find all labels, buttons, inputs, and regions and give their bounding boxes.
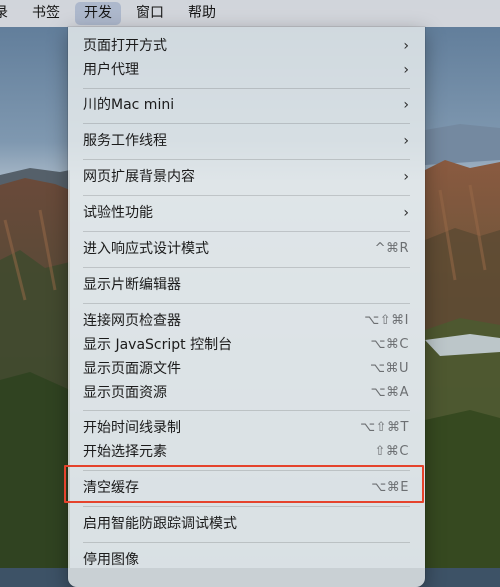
menu-item-label: 显示页面源文件 [83, 361, 181, 377]
menu-item-start-timeline-recording[interactable]: 开始时间线录制 ⌥⇧⌘T [83, 416, 410, 440]
menu-item-open-page-with[interactable]: 页面打开方式 › [83, 34, 410, 58]
menu-separator [83, 159, 410, 160]
menu-separator [83, 542, 410, 543]
menu-item-intelligent-tracking-debug[interactable]: 启用智能防跟踪调试模式 [83, 512, 410, 536]
menu-item-shortcut: ⌥⌘E [371, 480, 409, 495]
menu-separator [83, 470, 410, 471]
menu-item-label: 进入响应式设计模式 [83, 241, 209, 257]
menubar-item-help[interactable]: 帮助 [176, 0, 228, 27]
chevron-right-icon: › [403, 97, 409, 113]
menu-item-shortcut: ^⌘R [374, 241, 409, 256]
menu-item-empty-caches[interactable]: 清空缓存 ⌥⌘E [83, 476, 410, 500]
menu-item-shortcut: ⌥⇧⌘I [364, 313, 409, 328]
menu-item-web-extension-background[interactable]: 网页扩展背景内容 › [83, 165, 410, 189]
menu-item-label: 显示 JavaScript 控制台 [83, 337, 233, 353]
menu-item-shortcut: ⇧⌘C [374, 444, 409, 459]
menubar-item-history[interactable]: 录 [0, 0, 20, 27]
menu-item-user-agent[interactable]: 用户代理 › [83, 58, 410, 82]
menu-separator [83, 267, 410, 268]
menu-item-disable-images[interactable]: 停用图像 [83, 548, 410, 572]
develop-menu: 页面打开方式 › 用户代理 › 川的Mac mini › 服务工作线程 › 网页… [68, 27, 425, 587]
menu-item-shortcut: ⌥⌘A [370, 385, 409, 400]
menu-item-snippet-editor[interactable]: 显示片断编辑器 [83, 273, 410, 297]
chevron-right-icon: › [403, 205, 409, 221]
menu-separator [83, 123, 410, 124]
menu-item-label: 连接网页检查器 [83, 313, 181, 329]
menu-item-device-mac-mini[interactable]: 川的Mac mini › [83, 93, 410, 117]
menu-bar: 录 书签 开发 窗口 帮助 [0, 0, 500, 27]
menu-item-label: 显示页面资源 [83, 385, 167, 401]
chevron-right-icon: › [403, 169, 409, 185]
chevron-right-icon: › [403, 38, 409, 54]
menu-item-label: 开始时间线录制 [83, 420, 181, 436]
menu-item-service-workers[interactable]: 服务工作线程 › [83, 129, 410, 153]
menu-item-label: 显示片断编辑器 [83, 277, 181, 293]
menu-item-page-resources[interactable]: 显示页面资源 ⌥⌘A [83, 381, 410, 405]
menu-separator [83, 195, 410, 196]
menu-item-label: 服务工作线程 [83, 133, 167, 149]
menu-item-connect-web-inspector[interactable]: 连接网页检查器 ⌥⇧⌘I [83, 309, 410, 333]
menu-item-label: 试验性功能 [83, 205, 153, 221]
menu-separator [83, 506, 410, 507]
menu-item-label: 网页扩展背景内容 [83, 169, 195, 185]
menu-item-shortcut: ⌥⇧⌘T [360, 420, 409, 435]
menu-item-experimental-features[interactable]: 试验性功能 › [83, 201, 410, 225]
menu-item-responsive-design-mode[interactable]: 进入响应式设计模式 ^⌘R [83, 237, 410, 261]
chevron-right-icon: › [403, 133, 409, 149]
menubar-item-develop[interactable]: 开发 [75, 2, 121, 25]
menu-separator [83, 303, 410, 304]
menu-item-label: 用户代理 [83, 62, 139, 78]
chevron-right-icon: › [403, 62, 409, 78]
menu-separator [83, 410, 410, 411]
menu-item-start-element-selection[interactable]: 开始选择元素 ⇧⌘C [83, 440, 410, 464]
menubar-item-bookmarks[interactable]: 书签 [20, 0, 72, 27]
menu-item-label: 页面打开方式 [83, 38, 167, 54]
menu-item-shortcut: ⌥⌘C [370, 337, 409, 352]
menu-item-javascript-console[interactable]: 显示 JavaScript 控制台 ⌥⌘C [83, 333, 410, 357]
menu-item-label: 清空缓存 [83, 480, 139, 496]
menu-item-label: 停用图像 [83, 552, 139, 568]
menu-item-page-source[interactable]: 显示页面源文件 ⌥⌘U [83, 357, 410, 381]
menu-item-label: 川的Mac mini [83, 97, 175, 113]
menu-item-label: 开始选择元素 [83, 444, 167, 460]
menu-separator [83, 231, 410, 232]
menu-separator [83, 88, 410, 89]
menu-item-label: 启用智能防跟踪调试模式 [83, 516, 237, 532]
menu-item-shortcut: ⌥⌘U [370, 361, 409, 376]
menubar-item-window[interactable]: 窗口 [124, 0, 176, 27]
